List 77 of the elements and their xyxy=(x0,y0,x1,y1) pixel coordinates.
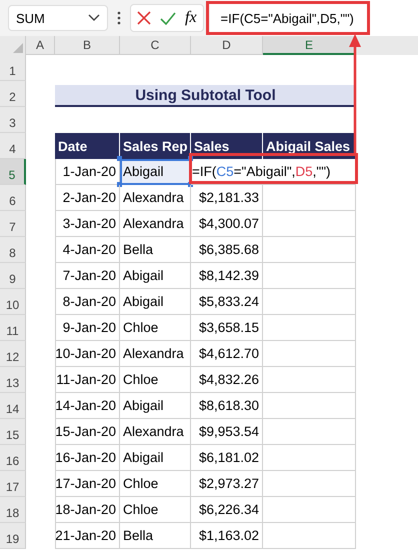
corner-triangle-icon xyxy=(13,43,23,53)
column-header[interactable]: E xyxy=(263,36,356,55)
sales-cell: $6,385.68 xyxy=(191,237,263,263)
column-header[interactable]: A xyxy=(26,36,55,55)
row-header[interactable]: 19 xyxy=(0,523,26,549)
row-header[interactable]: 6 xyxy=(0,185,26,211)
row-header[interactable]: 8 xyxy=(0,237,26,263)
sales-cell: $6,226.34 xyxy=(191,497,263,523)
date-cell: 21-Jan-20 xyxy=(55,523,120,549)
sales-rep-cell: Abigail xyxy=(120,393,191,419)
sales-cell: $4,612.70 xyxy=(191,341,263,367)
date-cell: 11-Jan-20 xyxy=(55,367,120,393)
row-header[interactable]: 9 xyxy=(0,263,26,289)
insert-function-button[interactable]: fx xyxy=(185,9,197,27)
sales-rep-cell: Chloe xyxy=(120,497,191,523)
row-header[interactable]: 10 xyxy=(0,289,26,315)
column-header[interactable]: C xyxy=(120,36,191,55)
sales-cell: $3,658.15 xyxy=(191,315,263,341)
sales-rep-cell: Bella xyxy=(120,237,191,263)
date-cell: 8-Jan-20 xyxy=(55,289,120,315)
sales-rep-cell: Alexandra xyxy=(120,211,191,237)
date-cell: 10-Jan-20 xyxy=(55,341,120,367)
row-header[interactable]: 3 xyxy=(0,107,26,133)
sales-rep-cell: Chloe xyxy=(120,315,191,341)
sales-rep-cell: Alexandra xyxy=(120,419,191,445)
sales-rep-cell: Alexandra xyxy=(120,185,191,211)
column-heading: Date xyxy=(55,133,120,159)
chevron-down-icon xyxy=(88,14,100,22)
row-header[interactable]: 15 xyxy=(0,419,26,445)
row-header[interactable]: 4 xyxy=(0,133,26,159)
sales-rep-cell: Chloe xyxy=(120,471,191,497)
column-header[interactable]: B xyxy=(55,36,120,55)
row-header[interactable]: 13 xyxy=(0,367,26,393)
date-cell: 15-Jan-20 xyxy=(55,419,120,445)
sales-cell: $9,953.54 xyxy=(191,419,263,445)
row-header[interactable]: 18 xyxy=(0,497,26,523)
date-cell: 3-Jan-20 xyxy=(55,211,120,237)
row-header[interactable]: 2 xyxy=(0,81,26,107)
row-header[interactable]: 7 xyxy=(0,211,26,237)
row-header[interactable]: 12 xyxy=(0,341,26,367)
row-header[interactable]: 16 xyxy=(0,445,26,471)
sales-cell: $1,163.02 xyxy=(191,523,263,549)
sales-rep-cell: Alexandra xyxy=(120,341,191,367)
sales-cell: $8,142.39 xyxy=(191,263,263,289)
row-header[interactable]: 1 xyxy=(0,55,26,81)
sales-cell: $2,181.33 xyxy=(191,185,263,211)
sales-rep-cell: Abigail xyxy=(120,289,191,315)
row-header[interactable]: 5 xyxy=(0,159,26,185)
sales-rep-cell: Bella xyxy=(120,523,191,549)
sales-cell: $4,300.07 xyxy=(191,211,263,237)
name-box[interactable]: SUM xyxy=(8,5,108,31)
column-heading: Sales Rep xyxy=(120,133,191,159)
row-header[interactable]: 11 xyxy=(0,315,26,341)
more-options-icon[interactable] xyxy=(117,11,121,25)
cancel-icon[interactable] xyxy=(137,11,151,25)
title-banner: Using Subtotal Tool xyxy=(55,85,356,107)
date-cell: 7-Jan-20 xyxy=(55,263,120,289)
date-cell: 2-Jan-20 xyxy=(55,185,120,211)
sales-cell: $2,973.27 xyxy=(191,471,263,497)
sales-rep-cell: Abigail xyxy=(120,159,191,185)
formula-cell[interactable]: =IF(C5="Abigail",D5,"") xyxy=(191,159,356,185)
date-cell: 9-Jan-20 xyxy=(55,315,120,341)
date-cell: 16-Jan-20 xyxy=(55,445,120,471)
date-cell: 18-Jan-20 xyxy=(55,497,120,523)
sales-cell: $8,618.30 xyxy=(191,393,263,419)
date-cell: 17-Jan-20 xyxy=(55,471,120,497)
row-header[interactable]: 17 xyxy=(0,471,26,497)
sales-rep-cell: Abigail xyxy=(120,445,191,471)
date-cell: 4-Jan-20 xyxy=(55,237,120,263)
sales-cell: $4,832.26 xyxy=(191,367,263,393)
sales-rep-cell: Chloe xyxy=(120,367,191,393)
row-header[interactable]: 14 xyxy=(0,393,26,419)
sales-cell: $5,833.24 xyxy=(191,289,263,315)
checkmark-icon[interactable] xyxy=(160,12,176,24)
date-cell: 14-Jan-20 xyxy=(55,393,120,419)
sales-rep-cell: Abigail xyxy=(120,263,191,289)
sales-cell: $6,181.02 xyxy=(191,445,263,471)
